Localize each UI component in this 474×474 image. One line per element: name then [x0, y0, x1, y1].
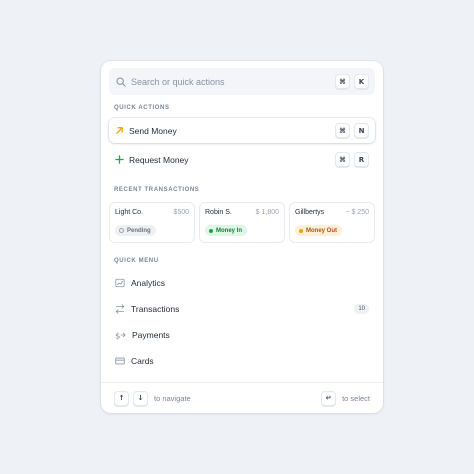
send-money-label: Send Money: [129, 125, 177, 136]
shortcut-r-key: R: [354, 152, 369, 167]
arrow-up-key: ↑: [114, 390, 129, 406]
arrow-up-right-icon: [116, 127, 123, 134]
menu-item-analytics[interactable]: Analytics: [109, 271, 375, 295]
status-badge: Money In: [205, 225, 248, 236]
command-palette: ⌘ K QUICK ACTIONS Send Money ⌘ N Request…: [101, 61, 383, 413]
menu-item-label: Analytics: [131, 278, 166, 288]
request-money-label: Request Money: [129, 154, 189, 165]
money-in-dot-icon: [209, 228, 213, 233]
select-hint: to select: [342, 393, 370, 403]
shortcut-cmd-key: ⌘: [335, 74, 350, 89]
status-badge: Pending: [115, 225, 156, 236]
request-money-action[interactable]: Request Money ⌘ R: [109, 147, 375, 172]
menu-item-transactions[interactable]: Transactions 10: [109, 297, 375, 321]
transaction-amount: $ 1,800: [255, 209, 279, 216]
plus-icon: [115, 155, 124, 164]
card-icon: [115, 357, 125, 365]
pending-dot-icon: [119, 228, 124, 233]
transaction-name: Robin S.: [205, 209, 232, 216]
transaction-name: Light Co.: [115, 209, 144, 216]
shortcut-cmd-key: ⌘: [335, 123, 350, 138]
enter-key: ↵: [321, 390, 337, 406]
status-label: Pending: [127, 227, 151, 234]
svg-text:$: $: [115, 330, 120, 340]
transaction-card[interactable]: Robin S. $ 1,800 Money In: [199, 202, 285, 243]
quick-menu-heading: QUICK MENU: [114, 258, 159, 264]
swap-arrows-icon: [115, 304, 125, 314]
menu-item-label: Cards: [131, 356, 154, 366]
menu-item-label: Transactions: [131, 304, 180, 314]
money-out-dot-icon: [299, 228, 303, 233]
dollar-arrow-icon: $: [115, 330, 126, 340]
arrow-down-key: ↓: [133, 390, 148, 406]
transaction-card[interactable]: Gillbertys − $ 250 Money Out: [289, 202, 375, 243]
send-money-action[interactable]: Send Money ⌘ N: [109, 118, 375, 143]
quick-actions-heading: QUICK ACTIONS: [114, 105, 170, 111]
shortcut-n-key: N: [354, 123, 369, 138]
menu-item-cards[interactable]: Cards: [109, 349, 375, 373]
status-label: Money In: [216, 227, 243, 234]
menu-item-payments[interactable]: $ Payments: [109, 323, 375, 347]
search-bar[interactable]: ⌘ K: [109, 68, 375, 95]
transaction-amount: − $ 250: [345, 209, 369, 216]
chart-icon: [115, 278, 125, 288]
transactions-count-badge: 10: [354, 304, 369, 314]
menu-item-label: Payments: [132, 330, 170, 340]
search-input[interactable]: [131, 76, 331, 87]
transaction-name: Gillbertys: [295, 209, 325, 216]
status-label: Money Out: [306, 227, 337, 234]
status-badge: Money Out: [295, 225, 342, 236]
palette-footer: ↑ ↓ to navigate ↵ to select: [101, 382, 383, 413]
shortcut-cmd-key: ⌘: [335, 152, 350, 167]
transaction-card[interactable]: Light Co. $500 Pending: [109, 202, 195, 243]
shortcut-k-key: K: [354, 74, 369, 89]
transaction-amount: $500: [173, 209, 189, 216]
search-icon: [116, 76, 126, 87]
recent-transactions-list: Light Co. $500 Pending Robin S. $ 1,800 …: [109, 202, 375, 243]
navigate-hint: to navigate: [154, 393, 191, 403]
recent-transactions-heading: RECENT TRANSACTIONS: [114, 187, 200, 193]
